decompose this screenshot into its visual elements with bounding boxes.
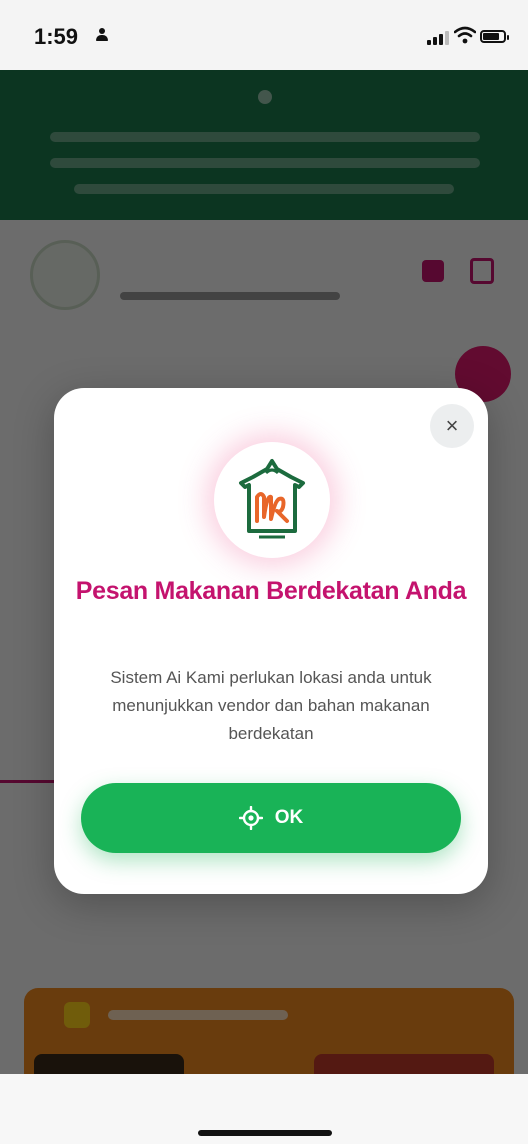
close-icon: × [445, 413, 459, 438]
location-permission-modal: × Pesan Makanan Berdekatan Anda Sistem A… [54, 388, 488, 894]
status-bar: 1:59 [0, 0, 528, 70]
modal-title: Pesan Makanan Berdekatan Anda [75, 577, 467, 605]
home-indicator[interactable] [198, 1130, 332, 1136]
close-button[interactable]: × [430, 404, 474, 448]
ok-button[interactable]: OK [81, 783, 461, 853]
cellular-signal-icon [427, 31, 449, 45]
person-icon [95, 28, 109, 42]
app-logo [214, 442, 330, 558]
wifi-icon [454, 26, 476, 44]
ok-button-label: OK [274, 807, 304, 828]
house-logo-icon [239, 459, 305, 539]
battery-icon [480, 30, 509, 43]
status-time: 1:59 [34, 24, 79, 49]
location-crosshair-icon [238, 806, 263, 830]
modal-description: Sistem Ai Kami perlukan lokasi anda untu… [110, 668, 432, 743]
